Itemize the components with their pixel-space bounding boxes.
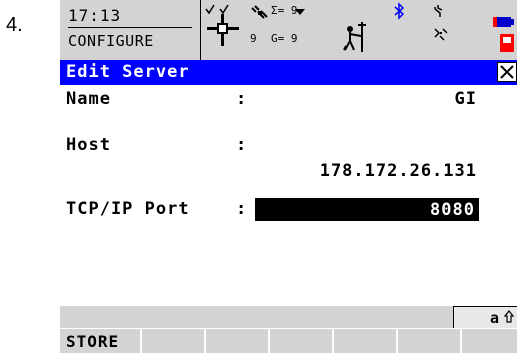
status-divider — [200, 0, 201, 60]
softkey-label: STORE — [66, 332, 120, 351]
status-time-underline — [68, 27, 192, 28]
battery-icon — [492, 14, 514, 33]
status-time: 17:13 — [68, 6, 122, 25]
softkey-f7[interactable] — [462, 329, 517, 353]
sats-glonass: G= 9 — [271, 32, 298, 45]
port-value: 8080 — [430, 200, 475, 220]
shift-arrow-icon — [504, 310, 514, 323]
sats-gps: 9 — [250, 32, 257, 45]
host-label: Host — [66, 135, 111, 155]
port-field[interactable]: 8080 — [255, 198, 479, 221]
status-bar: 17:13 CONFIGURE Σ= 9 9 G= 9 — [60, 0, 517, 60]
sats-sigma: Σ= 9 — [271, 4, 298, 17]
host-colon: : — [236, 135, 247, 155]
port-colon: : — [236, 199, 247, 219]
signal-arrow-icon — [295, 2, 305, 21]
softkey-f4[interactable] — [270, 329, 334, 353]
surveyor-icon — [342, 22, 368, 56]
memory-card-icon — [498, 32, 516, 58]
bluetooth-icon — [393, 2, 405, 24]
input-mode-label: a — [490, 309, 500, 327]
input-mode-indicator: a — [453, 306, 517, 328]
port-label: TCP/IP Port — [66, 199, 190, 219]
softkey-f3[interactable] — [206, 329, 270, 353]
name-colon: : — [236, 89, 247, 109]
link-icon — [434, 26, 448, 45]
close-button[interactable] — [497, 62, 517, 82]
crosshair-icon[interactable] — [204, 2, 242, 52]
name-label: Name — [66, 89, 111, 109]
close-icon — [500, 65, 514, 79]
softkey-f5[interactable] — [334, 329, 398, 353]
softkey-bar: STORE — [60, 329, 517, 353]
dialog-title-bar: Edit Server — [60, 60, 517, 85]
satellite-icon — [250, 4, 270, 26]
step-number: 4. — [6, 14, 23, 36]
name-value[interactable]: GI — [455, 89, 477, 109]
softkey-f2[interactable] — [142, 329, 206, 353]
status-mode: CONFIGURE — [68, 32, 154, 50]
softkey-store[interactable]: STORE — [60, 329, 142, 353]
host-value[interactable]: 178.172.26.131 — [320, 161, 477, 181]
input-line: a — [60, 306, 517, 328]
softkey-f6[interactable] — [398, 329, 462, 353]
antenna-icon — [433, 4, 447, 23]
dialog-title: Edit Server — [66, 62, 190, 82]
device-screen: 17:13 CONFIGURE Σ= 9 9 G= 9 Edit Server … — [60, 0, 517, 353]
